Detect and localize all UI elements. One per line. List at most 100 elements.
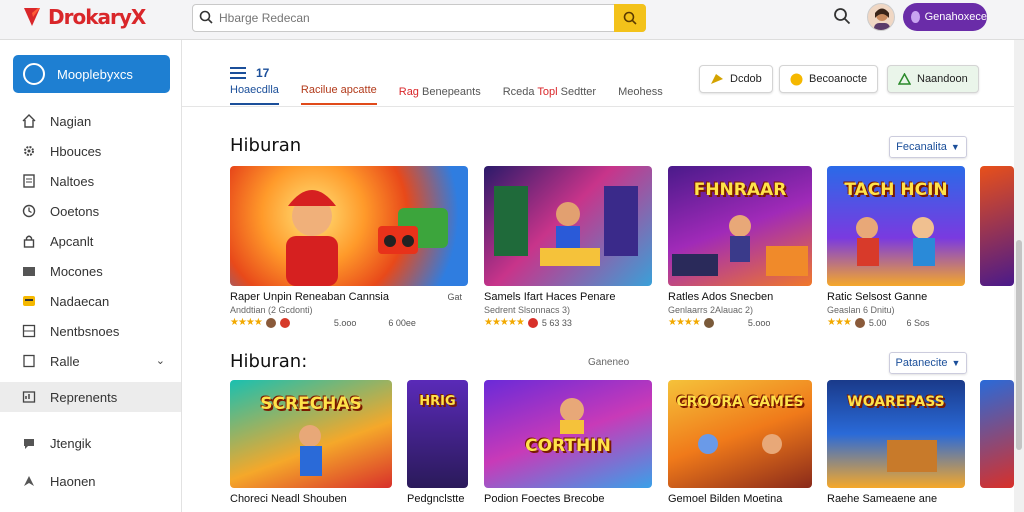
game-card[interactable]: CORTHIN Podion Foectes Brecobe: [484, 380, 652, 505]
sidebar-item-7[interactable]: Nentbsnoes: [0, 316, 181, 346]
game-subtitle: Sedrent Slsonnacs 3): [484, 305, 571, 315]
game-thumbnail-title: HRIG: [419, 394, 456, 409]
game-thumbnail[interactable]: [980, 380, 1014, 488]
filter-label: Becoanocte: [809, 73, 868, 85]
tab-1[interactable]: Racilue apcatte: [300, 84, 377, 105]
signin-label: Genahoxece: [924, 11, 987, 23]
divider: [182, 106, 1024, 107]
game-thumbnail[interactable]: FHNRAAR: [668, 166, 812, 286]
filter-button-0[interactable]: Dcdob: [699, 65, 773, 93]
sidebar-item-0[interactable]: Nagian: [0, 106, 181, 136]
star-rating-icon: ★★★★: [230, 317, 263, 328]
file-icon: [23, 354, 35, 368]
game-thumbnail-title: FHNRAAR: [693, 180, 787, 200]
game-thumbnail[interactable]: [980, 166, 1014, 286]
section-link-label: Fecanalita: [896, 141, 947, 153]
home-icon: [22, 114, 36, 128]
game-card[interactable]: Samels Ifart Haces Penare Sedrent Slsonn…: [484, 166, 652, 328]
section-more-button[interactable]: Fecanalita ▼: [889, 136, 967, 158]
tab-4[interactable]: Meohess: [618, 86, 663, 105]
search-icon: [199, 10, 213, 24]
game-card[interactable]: SCRECHAS Choreci Neadl Shouben: [230, 380, 392, 505]
game-thumbnail-title: SCRECHAS: [260, 394, 362, 414]
filter-button-2[interactable]: Naandoon: [887, 65, 979, 93]
avatar[interactable]: [867, 3, 895, 31]
search-icon: [623, 11, 637, 25]
filter-button-1[interactable]: Becoanocte: [779, 65, 879, 93]
menu-count: 17: [256, 66, 270, 80]
sidebar-item-6[interactable]: Nadaecan: [0, 286, 181, 316]
game-card[interactable]: FHNRAAR Ratles Ados Snecben Genlaarrs 2A…: [668, 166, 812, 328]
search-input[interactable]: [219, 8, 599, 28]
section-title: Hiburan: [230, 135, 302, 156]
chevron-down-icon[interactable]: ⌄: [156, 354, 165, 367]
game-thumbnail[interactable]: CROORA GAMES: [668, 380, 812, 488]
sidebar-item-label: Mocones: [50, 263, 103, 279]
game-thumbnail[interactable]: TACH HCIN: [827, 166, 965, 286]
tab-2[interactable]: Rag Benepeants: [399, 86, 481, 105]
sidebar-item-label: Jtengik: [50, 435, 92, 451]
filter-label: Dcdob: [730, 73, 762, 85]
game-card[interactable]: HRIG Pedgnclstte: [407, 380, 468, 505]
game-card[interactable]: CROORA GAMES Gemoel Bilden Moetina: [668, 380, 812, 505]
chat-icon: [24, 439, 34, 449]
user-icon: [911, 11, 920, 23]
game-meta: ★★★ 5.00 6 Sos: [827, 317, 965, 328]
avatar: [703, 317, 714, 328]
avatar: [279, 317, 290, 328]
section-aux-label: Ganeneo: [588, 357, 630, 368]
sidebar-item-3[interactable]: Ooetons: [0, 196, 181, 226]
game-card[interactable]: Raper Unpin Reneaban Cannsia Anddtian (2…: [230, 166, 468, 328]
tab-label-highlight: Topl: [537, 86, 558, 98]
game-thumbnail[interactable]: [484, 166, 652, 286]
grid-icon: [22, 324, 36, 338]
game-thumbnail[interactable]: SCRECHAS: [230, 380, 392, 488]
sidebar-item-label: Hbouces: [50, 143, 102, 159]
hero-character-image: [286, 190, 448, 286]
tab-label: Meohess: [618, 86, 663, 98]
badge-icon: [23, 296, 35, 306]
avatar: [265, 317, 276, 328]
section-more-button[interactable]: Patanecite ▼: [889, 352, 967, 374]
tab-0[interactable]: Hoaecdlla: [230, 84, 279, 105]
signin-button[interactable]: Genahoxece: [903, 3, 987, 31]
game-thumbnail[interactable]: WOAREPASS: [827, 380, 965, 488]
document-icon: [23, 174, 35, 188]
scrollbar-thumb[interactable]: [1016, 240, 1022, 450]
gear-icon: [24, 146, 34, 156]
sidebar-item-label: Haonen: [50, 473, 96, 489]
sidebar-item-9[interactable]: Reprenents: [0, 382, 181, 412]
search-bar[interactable]: [192, 4, 646, 32]
sidebar-item-4[interactable]: Apcanlt: [0, 226, 181, 256]
tab-3[interactable]: Rceda Topl Sedtter: [503, 86, 596, 105]
game-stat: 6 Sos: [906, 317, 930, 328]
sidebar-item-label: Naltoes: [50, 173, 95, 189]
sidebar-item-11[interactable]: Haonen: [0, 466, 181, 496]
sidebar-item-2[interactable]: Naltoes: [0, 166, 181, 196]
sidebar-item-8[interactable]: Ralle ⌄: [0, 346, 181, 376]
app-logo[interactable]: DrokaryX: [20, 5, 146, 29]
menu-icon[interactable]: [230, 67, 246, 79]
compass-icon: [24, 476, 34, 486]
game-thumbnail[interactable]: CORTHIN: [484, 380, 652, 488]
game-thumbnail[interactable]: HRIG: [407, 380, 468, 488]
game-card[interactable]: [980, 166, 1014, 286]
sidebar-item-1[interactable]: Hbouces: [0, 136, 181, 166]
avatar: [527, 317, 538, 328]
game-thumbnail[interactable]: [230, 166, 468, 286]
scrollbar[interactable]: [1014, 40, 1024, 512]
sidebar-primary-button[interactable]: Mooplebyxcs: [13, 55, 170, 93]
sidebar-item-label: Ralle: [50, 353, 80, 369]
game-card[interactable]: [980, 380, 1014, 488]
search-button[interactable]: [614, 4, 646, 32]
game-title: Gemoel Bilden Moetina: [668, 493, 783, 505]
sidebar: Mooplebyxcs Nagian Hbouces Naltoes Ooeto…: [0, 40, 182, 512]
game-card[interactable]: TACH HCIN Ratic Selsost Ganne Geaslan 6 …: [827, 166, 965, 328]
sidebar-item-10[interactable]: Jtengik: [0, 428, 181, 458]
sidebar-item-5[interactable]: Mocones: [0, 256, 181, 286]
game-thumbnail-title: CORTHIN: [525, 436, 611, 456]
main-content: 17 Hoaecdlla Racilue apcatte Rag Benepea…: [182, 40, 1024, 512]
game-thumbnail-title: CROORA GAMES: [676, 394, 804, 410]
game-card[interactable]: WOAREPASS Raehe Sameaene ane: [827, 380, 965, 505]
search-icon[interactable]: [833, 7, 851, 25]
